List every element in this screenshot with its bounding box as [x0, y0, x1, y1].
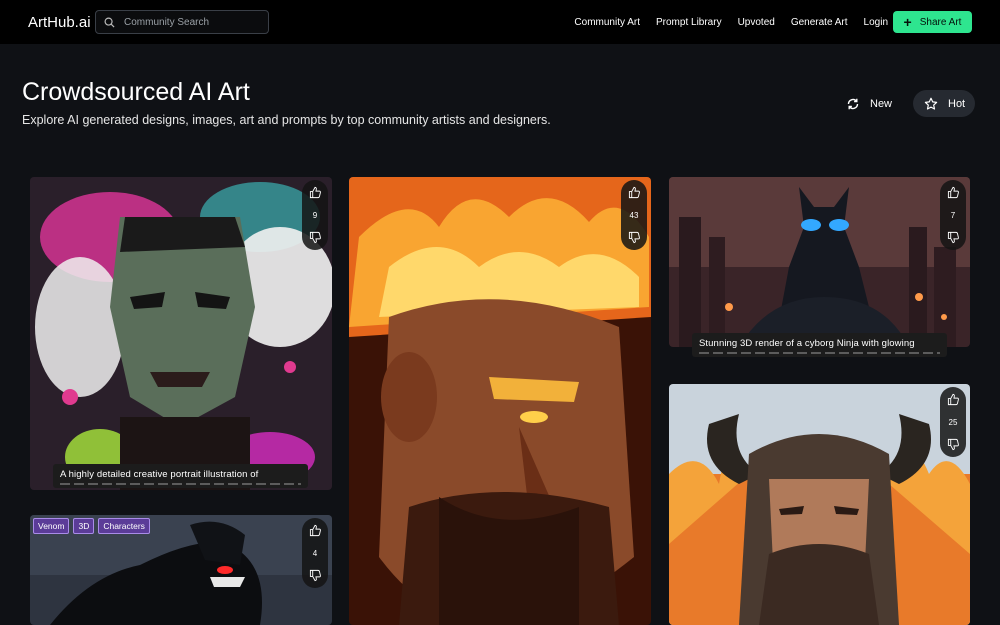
card-caption: A highly detailed creative portrait illu…: [53, 464, 308, 488]
fire-warrior-artwork: [349, 177, 651, 625]
share-art-button[interactable]: + Share Art: [893, 11, 972, 33]
nav-upvoted[interactable]: Upvoted: [738, 17, 775, 28]
vote-count: 43: [629, 210, 639, 220]
nav-community-art[interactable]: Community Art: [574, 17, 640, 28]
sort-hot-button[interactable]: Hot: [913, 90, 975, 117]
thumbs-up-icon[interactable]: [309, 524, 322, 537]
star-icon: [924, 97, 938, 110]
nav-prompt-library[interactable]: Prompt Library: [656, 17, 722, 28]
vote-count: 4: [312, 548, 318, 558]
vote-widget: 7: [940, 180, 966, 250]
sort-new-label: New: [870, 97, 893, 110]
top-navbar: ArtHub.ai Community Art Prompt Library U…: [0, 0, 1000, 44]
card-tags: Venom 3D Characters: [33, 518, 150, 534]
vote-widget: 43: [621, 180, 647, 250]
tag-3d[interactable]: 3D: [73, 518, 95, 534]
thumbs-up-icon[interactable]: [947, 186, 960, 199]
art-card-viking[interactable]: 25: [669, 384, 970, 625]
art-card-cyborg-ninja[interactable]: 7: [669, 177, 970, 347]
thumbs-down-icon[interactable]: [309, 231, 322, 244]
page-subtitle: Explore AI generated designs, images, ar…: [22, 113, 551, 127]
vote-widget: 25: [940, 387, 966, 457]
nav-login[interactable]: Login: [864, 17, 888, 28]
thumbs-down-icon[interactable]: [947, 438, 960, 451]
nav-generate-art[interactable]: Generate Art: [791, 17, 848, 28]
vote-widget: 4: [302, 518, 328, 588]
cyborg-ninja-artwork: [669, 177, 970, 347]
vote-widget: 9: [302, 180, 328, 250]
thumbs-down-icon[interactable]: [309, 569, 322, 582]
vote-count: 7: [950, 210, 956, 220]
thumbs-down-icon[interactable]: [947, 231, 960, 244]
search-box[interactable]: [95, 10, 269, 34]
viking-artwork: [669, 384, 970, 625]
nav-links: Community Art Prompt Library Upvoted Gen…: [558, 0, 888, 44]
vote-count: 9: [312, 210, 318, 220]
page-title: Crowdsourced AI Art: [22, 78, 250, 106]
tag-venom[interactable]: Venom: [33, 518, 70, 534]
thumbs-up-icon[interactable]: [628, 186, 641, 199]
thumbs-down-icon[interactable]: [628, 231, 641, 244]
site-logo[interactable]: ArtHub.ai: [28, 14, 95, 31]
share-art-label: Share Art: [919, 16, 962, 28]
search-icon: [104, 17, 115, 28]
frankenstein-artwork: [30, 177, 332, 490]
art-card-fire-warrior[interactable]: 43: [349, 177, 651, 625]
refresh-icon: [847, 98, 859, 109]
tag-characters[interactable]: Characters: [98, 518, 150, 534]
thumbs-up-icon[interactable]: [947, 393, 960, 406]
vote-count: 25: [948, 417, 958, 427]
card-caption: Stunning 3D render of a cyborg Ninja wit…: [692, 333, 947, 357]
sort-hot-label: Hot: [948, 97, 966, 110]
search-input[interactable]: [124, 16, 264, 28]
plus-icon: +: [903, 14, 912, 30]
thumbs-up-icon[interactable]: [309, 186, 322, 199]
art-card-frankenstein[interactable]: 9: [30, 177, 332, 490]
sort-new-button[interactable]: New: [836, 90, 900, 117]
